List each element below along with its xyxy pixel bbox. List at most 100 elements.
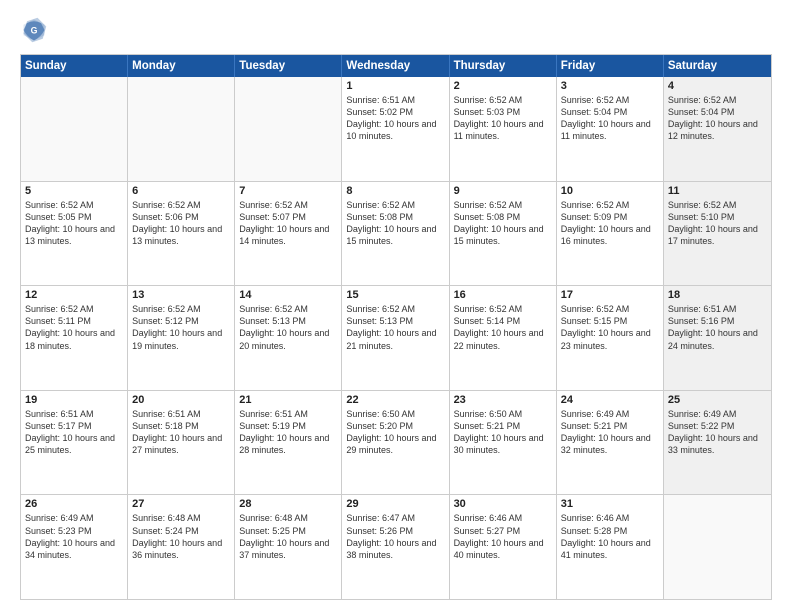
- cell-details: Sunrise: 6:52 AMSunset: 5:13 PMDaylight:…: [239, 303, 337, 352]
- page: G SundayMondayTuesdayWednesdayThursdayFr…: [0, 0, 792, 612]
- calendar-cell: 28Sunrise: 6:48 AMSunset: 5:25 PMDayligh…: [235, 495, 342, 599]
- calendar-week-row: 26 Sunrise: 6:49 AMSunset: 5:23 PMDayligh…: [21, 495, 771, 599]
- calendar-cell: 4Sunrise: 6:52 AMSunset: 5:04 PMDaylight…: [664, 77, 771, 181]
- calendar-week-row: 12 Sunrise: 6:52 AMSunset: 5:11 PMDayligh…: [21, 286, 771, 391]
- cell-details: Sunrise: 6:46 AMSunset: 5:27 PMDaylight:…: [454, 512, 552, 561]
- calendar-cell: 19 Sunrise: 6:51 AMSunset: 5:17 PMDayligh…: [21, 391, 128, 495]
- calendar-header-cell: Monday: [128, 55, 235, 77]
- cell-details: Sunrise: 6:52 AMSunset: 5:08 PMDaylight:…: [346, 199, 444, 248]
- calendar-header-cell: Friday: [557, 55, 664, 77]
- cell-details: Sunrise: 6:52 AMSunset: 5:15 PMDaylight:…: [561, 303, 659, 352]
- calendar-cell: [128, 77, 235, 181]
- day-number: 16: [454, 289, 552, 301]
- calendar-cell: 18 Sunrise: 6:51 AMSunset: 5:16 PMDayligh…: [664, 286, 771, 390]
- calendar-header-cell: Wednesday: [342, 55, 449, 77]
- day-number: 19: [25, 394, 123, 406]
- cell-details: Sunrise: 6:51 AMSunset: 5:19 PMDaylight:…: [239, 408, 337, 457]
- cell-details: Sunrise: 6:48 AMSunset: 5:24 PMDaylight:…: [132, 512, 230, 561]
- calendar-cell: 11 Sunrise: 6:52 AMSunset: 5:10 PMDayligh…: [664, 182, 771, 286]
- calendar-cell: 25 Sunrise: 6:49 AMSunset: 5:22 PMDayligh…: [664, 391, 771, 495]
- calendar-cell: 12 Sunrise: 6:52 AMSunset: 5:11 PMDayligh…: [21, 286, 128, 390]
- day-number: 31: [561, 498, 659, 510]
- cell-details: Sunrise: 6:50 AMSunset: 5:20 PMDaylight:…: [346, 408, 444, 457]
- day-number: 14: [239, 289, 337, 301]
- calendar-cell: 13 Sunrise: 6:52 AMSunset: 5:12 PMDayligh…: [128, 286, 235, 390]
- calendar-cell: 30Sunrise: 6:46 AMSunset: 5:27 PMDayligh…: [450, 495, 557, 599]
- day-number: 9: [454, 185, 552, 197]
- calendar-header-cell: Tuesday: [235, 55, 342, 77]
- calendar-cell: 14 Sunrise: 6:52 AMSunset: 5:13 PMDayligh…: [235, 286, 342, 390]
- day-number: 8: [346, 185, 444, 197]
- calendar: SundayMondayTuesdayWednesdayThursdayFrid…: [20, 54, 772, 600]
- calendar-cell: 21Sunrise: 6:51 AMSunset: 5:19 PMDayligh…: [235, 391, 342, 495]
- cell-details: Sunrise: 6:52 AMSunset: 5:13 PMDaylight:…: [346, 303, 444, 352]
- cell-details: Sunrise: 6:52 AMSunset: 5:05 PMDaylight:…: [25, 199, 123, 248]
- cell-details: Sunrise: 6:51 AMSunset: 5:16 PMDaylight:…: [668, 303, 767, 352]
- header: G: [20, 16, 772, 44]
- day-number: 7: [239, 185, 337, 197]
- cell-details: Sunrise: 6:46 AMSunset: 5:28 PMDaylight:…: [561, 512, 659, 561]
- day-number: 27: [132, 498, 230, 510]
- calendar-cell: 15 Sunrise: 6:52 AMSunset: 5:13 PMDayligh…: [342, 286, 449, 390]
- logo-icon: G: [20, 16, 48, 44]
- cell-details: Sunrise: 6:52 AMSunset: 5:04 PMDaylight:…: [668, 94, 767, 143]
- cell-details: Sunrise: 6:52 AMSunset: 5:06 PMDaylight:…: [132, 199, 230, 248]
- calendar-cell: 24 Sunrise: 6:49 AMSunset: 5:21 PMDayligh…: [557, 391, 664, 495]
- calendar-week-row: 5 Sunrise: 6:52 AMSunset: 5:05 PMDaylight…: [21, 182, 771, 287]
- calendar-week-row: 1Sunrise: 6:51 AMSunset: 5:02 PMDaylight…: [21, 77, 771, 182]
- calendar-cell: [235, 77, 342, 181]
- day-number: 10: [561, 185, 659, 197]
- cell-details: Sunrise: 6:52 AMSunset: 5:12 PMDaylight:…: [132, 303, 230, 352]
- calendar-header-cell: Sunday: [21, 55, 128, 77]
- day-number: 24: [561, 394, 659, 406]
- calendar-week-row: 19 Sunrise: 6:51 AMSunset: 5:17 PMDayligh…: [21, 391, 771, 496]
- day-number: 20: [132, 394, 230, 406]
- cell-details: Sunrise: 6:51 AMSunset: 5:02 PMDaylight:…: [346, 94, 444, 143]
- cell-details: Sunrise: 6:47 AMSunset: 5:26 PMDaylight:…: [346, 512, 444, 561]
- day-number: 28: [239, 498, 337, 510]
- calendar-cell: 3 Sunrise: 6:52 AMSunset: 5:04 PMDaylight…: [557, 77, 664, 181]
- cell-details: Sunrise: 6:49 AMSunset: 5:23 PMDaylight:…: [25, 512, 123, 561]
- day-number: 17: [561, 289, 659, 301]
- day-number: 15: [346, 289, 444, 301]
- calendar-header-cell: Thursday: [450, 55, 557, 77]
- calendar-cell: 9 Sunrise: 6:52 AMSunset: 5:08 PMDaylight…: [450, 182, 557, 286]
- calendar-cell: 29 Sunrise: 6:47 AMSunset: 5:26 PMDayligh…: [342, 495, 449, 599]
- calendar-body: 1Sunrise: 6:51 AMSunset: 5:02 PMDaylight…: [21, 77, 771, 599]
- cell-details: Sunrise: 6:52 AMSunset: 5:14 PMDaylight:…: [454, 303, 552, 352]
- calendar-cell: 22 Sunrise: 6:50 AMSunset: 5:20 PMDayligh…: [342, 391, 449, 495]
- cell-details: Sunrise: 6:52 AMSunset: 5:03 PMDaylight:…: [454, 94, 552, 143]
- day-number: 3: [561, 80, 659, 92]
- logo: G: [20, 16, 52, 44]
- calendar-cell: 23Sunrise: 6:50 AMSunset: 5:21 PMDayligh…: [450, 391, 557, 495]
- day-number: 29: [346, 498, 444, 510]
- calendar-cell: 2Sunrise: 6:52 AMSunset: 5:03 PMDaylight…: [450, 77, 557, 181]
- day-number: 11: [668, 185, 767, 197]
- calendar-cell: 8 Sunrise: 6:52 AMSunset: 5:08 PMDaylight…: [342, 182, 449, 286]
- day-number: 18: [668, 289, 767, 301]
- calendar-cell: 6 Sunrise: 6:52 AMSunset: 5:06 PMDaylight…: [128, 182, 235, 286]
- svg-text:G: G: [31, 26, 38, 36]
- day-number: 25: [668, 394, 767, 406]
- calendar-cell: 26 Sunrise: 6:49 AMSunset: 5:23 PMDayligh…: [21, 495, 128, 599]
- calendar-cell: 1Sunrise: 6:51 AMSunset: 5:02 PMDaylight…: [342, 77, 449, 181]
- cell-details: Sunrise: 6:52 AMSunset: 5:04 PMDaylight:…: [561, 94, 659, 143]
- day-number: 5: [25, 185, 123, 197]
- cell-details: Sunrise: 6:49 AMSunset: 5:22 PMDaylight:…: [668, 408, 767, 457]
- calendar-cell: 20Sunrise: 6:51 AMSunset: 5:18 PMDayligh…: [128, 391, 235, 495]
- cell-details: Sunrise: 6:51 AMSunset: 5:17 PMDaylight:…: [25, 408, 123, 457]
- cell-details: Sunrise: 6:52 AMSunset: 5:08 PMDaylight:…: [454, 199, 552, 248]
- day-number: 12: [25, 289, 123, 301]
- calendar-cell: 31 Sunrise: 6:46 AMSunset: 5:28 PMDayligh…: [557, 495, 664, 599]
- calendar-cell: 10Sunrise: 6:52 AMSunset: 5:09 PMDayligh…: [557, 182, 664, 286]
- day-number: 22: [346, 394, 444, 406]
- cell-details: Sunrise: 6:49 AMSunset: 5:21 PMDaylight:…: [561, 408, 659, 457]
- day-number: 13: [132, 289, 230, 301]
- cell-details: Sunrise: 6:52 AMSunset: 5:11 PMDaylight:…: [25, 303, 123, 352]
- day-number: 23: [454, 394, 552, 406]
- calendar-cell: [664, 495, 771, 599]
- calendar-cell: 17 Sunrise: 6:52 AMSunset: 5:15 PMDayligh…: [557, 286, 664, 390]
- cell-details: Sunrise: 6:52 AMSunset: 5:10 PMDaylight:…: [668, 199, 767, 248]
- day-number: 26: [25, 498, 123, 510]
- day-number: 6: [132, 185, 230, 197]
